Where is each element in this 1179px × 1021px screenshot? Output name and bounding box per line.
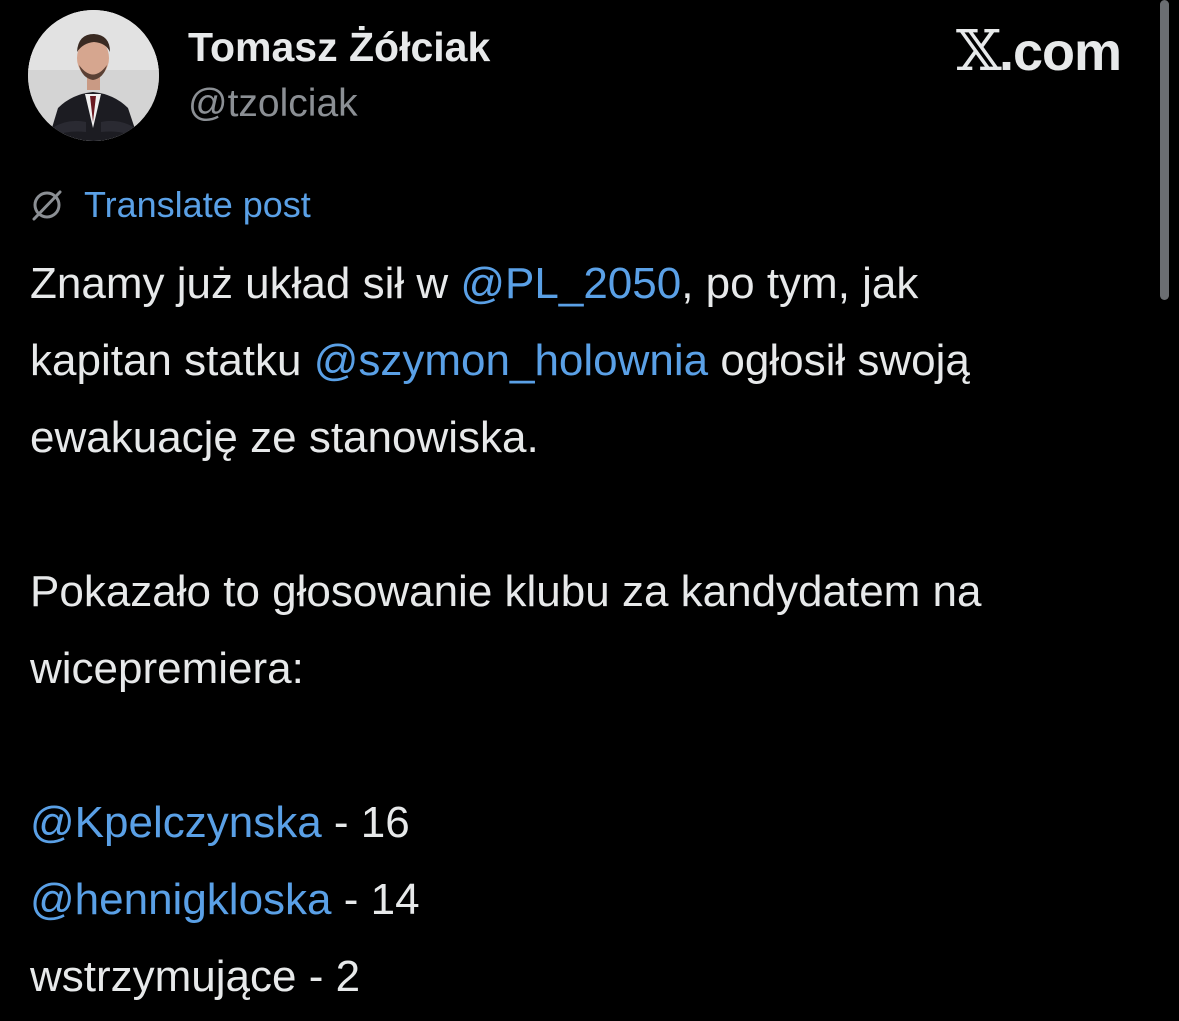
avatar[interactable]	[28, 10, 159, 141]
post-line: ewakuację ze stanowiska.	[30, 413, 539, 462]
post-line: wicepremiera:	[30, 644, 304, 693]
brand-suffix: .com	[998, 22, 1122, 82]
vote-line: @Kpelczynska - 16	[30, 784, 1160, 861]
text-segment: ogłosił swoją	[708, 336, 970, 385]
text-segment: , po tym, jak	[681, 259, 919, 308]
vote-count: - 16	[321, 798, 410, 847]
avatar-photo	[28, 10, 159, 141]
text-segment: kapitan statku	[30, 336, 314, 385]
text-segment: Znamy już układ sił w	[30, 259, 461, 308]
post-line: Znamy już układ sił w @PL_2050, po tym, …	[30, 245, 1160, 322]
x-logo: 𝕏.com	[955, 19, 1122, 84]
post-text: Znamy już układ sił w @PL_2050, po tym, …	[30, 245, 1160, 1015]
vote-count: - 14	[331, 875, 420, 924]
author-handle[interactable]: @tzolciak	[188, 84, 358, 123]
post-line: kapitan statku @szymon_holownia ogłosił …	[30, 322, 1160, 399]
scrollbar[interactable]	[1160, 0, 1169, 300]
mention-link[interactable]: @Kpelczynska	[30, 798, 322, 847]
x-glyph: 𝕏	[955, 19, 1001, 84]
abstain-line: wstrzymujące - 2	[30, 952, 361, 1001]
author-display-name[interactable]: Tomasz Żółciak	[188, 27, 490, 68]
mention-link[interactable]: @hennigkloska	[30, 875, 332, 924]
mention-link[interactable]: @PL_2050	[460, 259, 681, 308]
globe-slash-icon	[28, 186, 66, 224]
paragraph-break	[30, 476, 1160, 553]
translate-post-link[interactable]: Translate post	[84, 187, 311, 223]
translate-post-row[interactable]: Translate post	[28, 184, 311, 226]
mention-link[interactable]: @szymon_holownia	[314, 336, 708, 385]
paragraph-break	[30, 707, 1160, 784]
vote-line: @hennigkloska - 14	[30, 861, 1160, 938]
post-line: Pokazało to głosowanie klubu za kandydat…	[30, 567, 982, 616]
